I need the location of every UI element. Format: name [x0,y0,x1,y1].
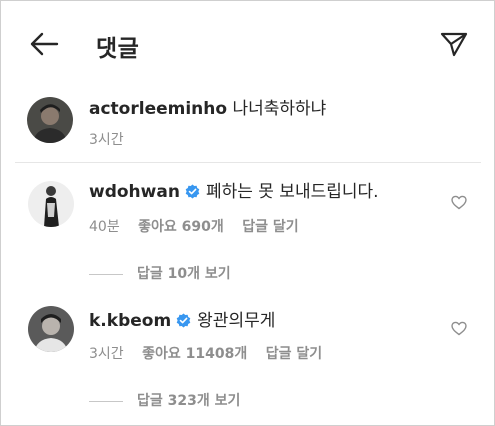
comment-username[interactable]: wdohwan [89,182,180,202]
comment-likes[interactable]: 좋아요 11408개 [142,346,247,362]
comment-meta: 3시간 좋아요 11408개 답글 달기 [89,345,336,363]
paper-plane-icon[interactable] [440,31,468,57]
heart-icon[interactable] [451,195,467,210]
comment-text: 왕관의무게 [197,311,276,331]
comment-meta: 40분 좋아요 690개 답글 달기 [89,218,313,236]
verified-badge-icon [185,184,200,199]
caption-line: actorleeminho 나너축하하냐 [89,98,326,120]
verified-badge-icon [176,313,191,328]
view-replies-toggle[interactable]: 답글 10개 보기 [89,263,231,283]
comment-line: wdohwan 폐하는 못 보내드립니다. [89,181,379,203]
comment-username[interactable]: k.kbeom [89,311,171,331]
comment-time: 3시간 [89,346,124,362]
heart-icon[interactable] [451,321,467,336]
avatar[interactable] [27,97,73,143]
comment-line: k.kbeom 왕관의무게 [89,310,275,332]
caption-text: 나너축하하냐 [232,99,327,119]
caption-username[interactable]: actorleeminho [89,99,227,119]
replies-divider [89,273,123,275]
view-replies-label: 답글 323개 보기 [137,393,241,409]
view-replies-label: 답글 10개 보기 [137,266,231,282]
divider [15,162,481,163]
comments-screen: 댓글 actorleeminho 나너축하하냐 3시간 wdohwan 폐하는 … [0,0,495,426]
header: 댓글 [1,1,495,83]
view-replies-toggle[interactable]: 답글 323개 보기 [89,390,240,410]
caption-time: 3시간 [89,132,124,148]
caption-meta: 3시간 [89,131,138,149]
reply-button[interactable]: 답글 달기 [266,346,322,362]
comment-time: 40분 [89,219,120,235]
avatar[interactable] [28,306,74,352]
reply-button[interactable]: 답글 달기 [242,219,298,235]
arrow-left-icon[interactable] [29,31,59,57]
page-title: 댓글 [96,36,140,62]
comment-text: 폐하는 못 보내드립니다. [205,182,379,202]
avatar[interactable] [28,181,74,227]
replies-divider [89,400,123,402]
post-caption: actorleeminho 나너축하하냐 3시간 [1,89,495,161]
comment-likes[interactable]: 좋아요 690개 [138,219,224,235]
